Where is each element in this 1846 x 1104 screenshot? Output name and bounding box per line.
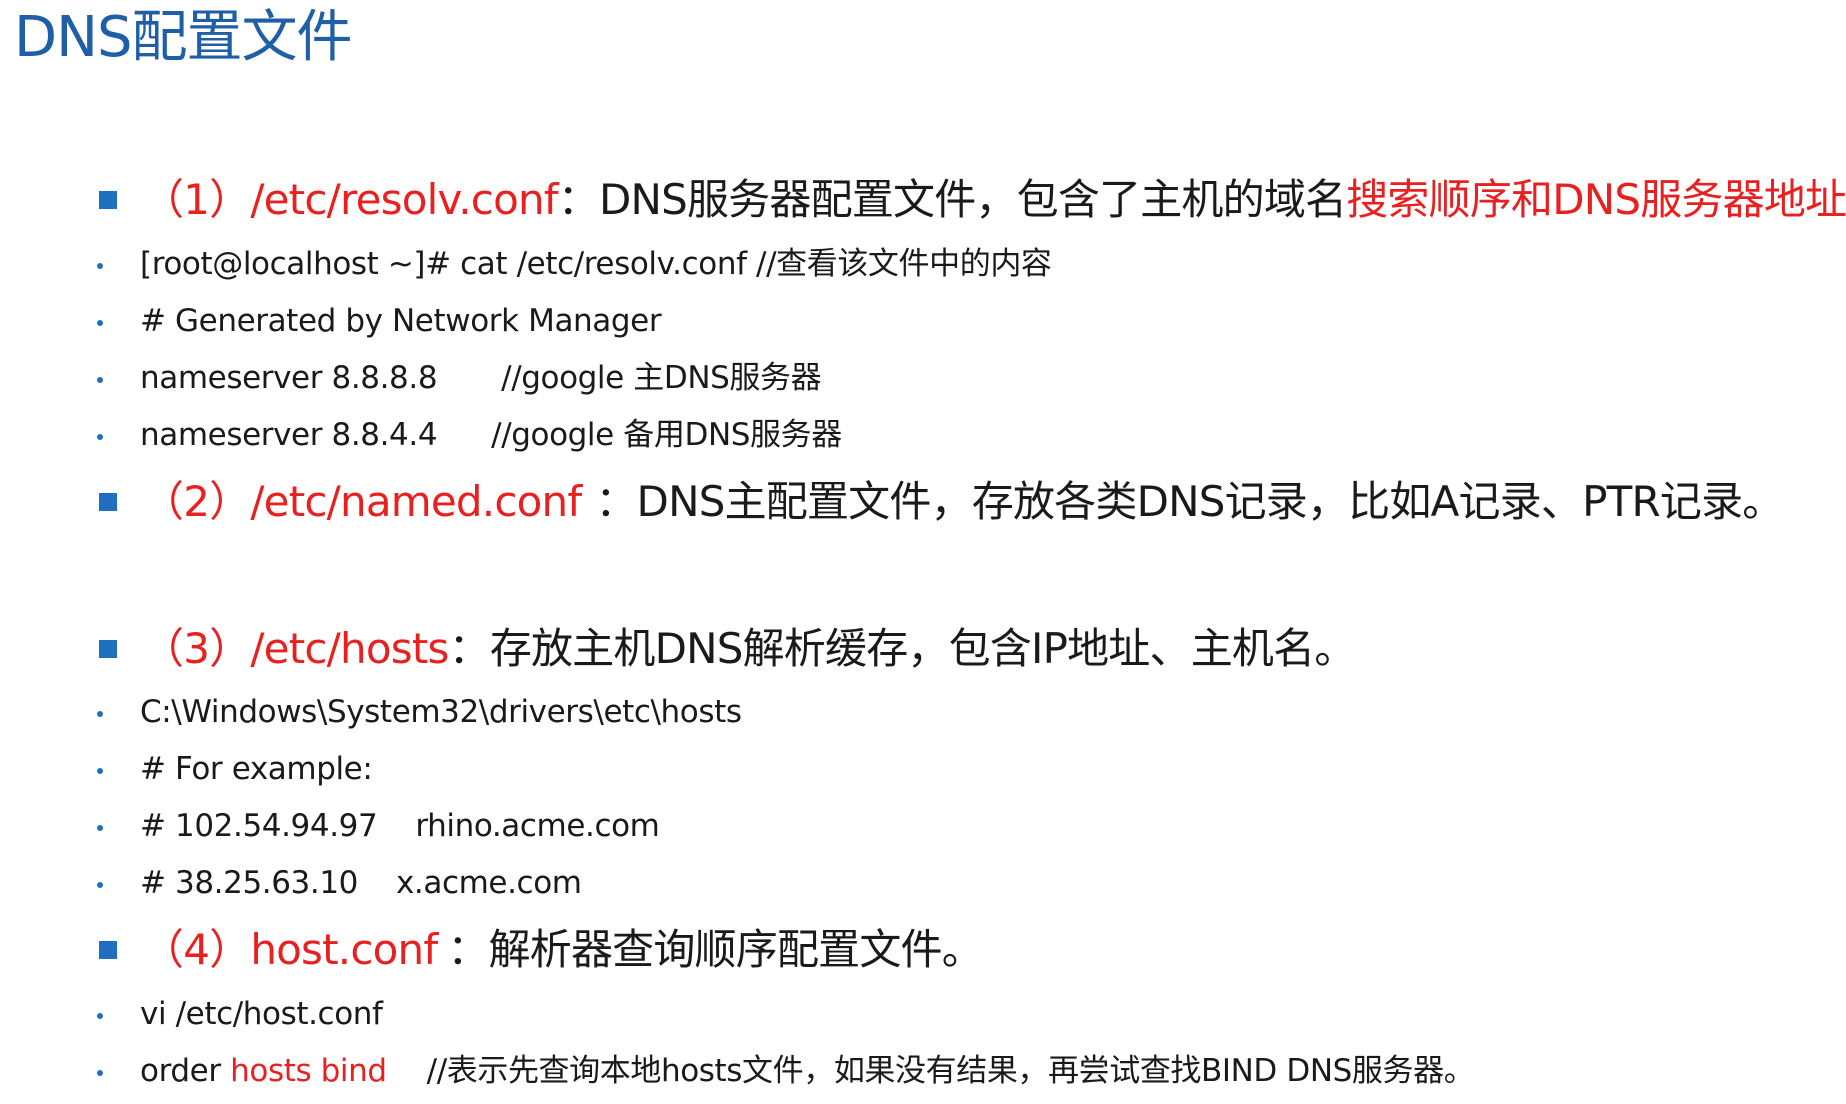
dot-bullet-icon [97,434,103,440]
line-text: C:\Windows\System32\drivers\etc\hosts [140,694,742,730]
order-value: hosts bind [230,1053,387,1089]
line-text: nameserver 8.8.8.8 //google 主DNS服务器 [140,356,822,400]
dot-bullet-icon [97,1013,103,1019]
item-description: ：DNS服务器配置文件，包含了主机的域名 [557,175,1347,224]
line-comment: //表示先查询本地hosts文件，如果没有结果，再尝试查找BIND DNS服务器… [426,1053,1475,1089]
line-part: nameserver 8.8.8.8 [140,360,438,396]
line-text: # For example: [140,751,373,787]
line-part: # 102.54.94.97 [140,808,378,844]
page-title: DNS配置文件 [14,5,353,70]
dot-bullet-icon [97,1070,103,1076]
line-part: # 38.25.63.10 [140,865,358,901]
square-bullet-icon [99,191,117,209]
dot-bullet-icon [97,377,103,383]
line-comment: //google 主DNS服务器 [501,360,822,396]
file-label: （1）/etc/resolv.conf [142,175,559,224]
line-text: nameserver 8.8.4.4 //google 备用DNS服务器 [140,413,842,457]
item-description: ：存放主机DNS解析缓存，包含IP地址、主机名。 [448,624,1357,673]
dot-bullet-icon [97,768,103,774]
line-text: vi /etc/host.conf [140,996,383,1032]
dot-bullet-icon [97,263,103,269]
file-label: （3）/etc/hosts [142,624,449,673]
item-text: （2）/etc/named.conf ：DNS主配置文件，存放各类DNS记录，比如… [142,474,1784,530]
square-bullet-icon [99,640,117,658]
item-description: ：解析器查询顺序配置文件。 [447,925,983,974]
line-text: # Generated by Network Manager [140,303,662,339]
dot-bullet-icon [97,882,103,888]
dot-bullet-icon [97,320,103,326]
item-text: （3）/etc/hosts：存放主机DNS解析缓存，包含IP地址、主机名。 [142,621,1356,677]
line-text: # 38.25.63.10 x.acme.com [140,861,582,905]
item-highlight: 搜索顺序和DNS服务器地址 [1346,175,1846,224]
item-text: （1）/etc/resolv.conf：DNS服务器配置文件，包含了主机的域名搜… [142,172,1846,228]
line-part: x.acme.com [395,865,582,901]
file-label: （4）host.conf [142,925,438,974]
line-part: nameserver 8.8.4.4 [140,417,438,453]
line-text: [root@localhost ~]# cat /etc/resolv.conf… [140,246,1052,282]
line-text: # 102.54.94.97 rhino.acme.com [140,804,660,848]
square-bullet-icon [99,941,117,959]
dot-bullet-icon [97,825,103,831]
square-bullet-icon [99,493,117,511]
file-label: （2）/etc/named.conf [142,477,582,526]
line-part: order [140,1053,231,1089]
item-description: ：DNS主配置文件，存放各类DNS记录，比如A记录、PTR记录。 [595,477,1784,526]
line-text: order hosts bind //表示先查询本地hosts文件，如果没有结果，… [140,1049,1475,1093]
item-text: （4）host.conf ：解析器查询顺序配置文件。 [142,922,984,978]
line-part: rhino.acme.com [415,808,660,844]
dot-bullet-icon [97,711,103,717]
line-comment: //google 备用DNS服务器 [491,417,842,453]
